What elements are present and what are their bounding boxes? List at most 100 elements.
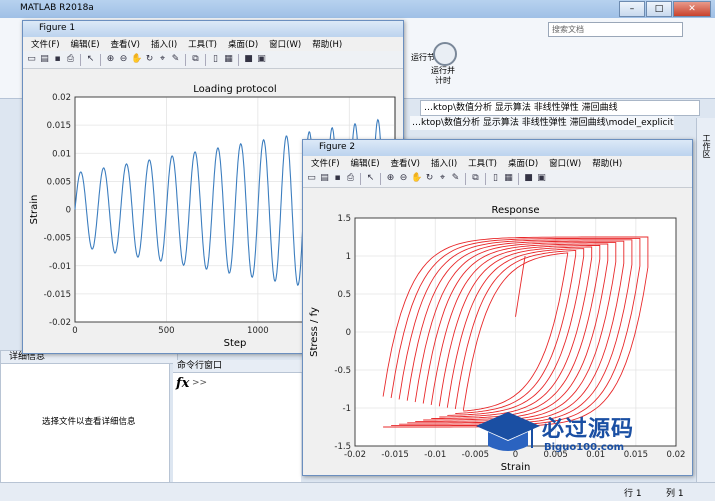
y-tick-label: -1.5 (334, 442, 351, 452)
status-row: 行 1 (624, 489, 642, 499)
stopwatch-icon[interactable] (433, 42, 457, 66)
pan-icon[interactable]: ✋ (131, 54, 142, 65)
workspace-label: 工作区 (702, 134, 711, 158)
command-prompt: >> (192, 378, 208, 388)
watermark: 必过源码 Biguo100.com (472, 408, 633, 461)
maximize-button[interactable]: □ (646, 1, 672, 17)
data-cursor-icon[interactable]: ⌖ (437, 173, 448, 184)
link-icon[interactable]: ⧉ (190, 54, 201, 65)
y-tick-label: -0.5 (334, 366, 351, 376)
colorbar-icon[interactable]: ▯ (210, 54, 221, 65)
menu-edit[interactable]: 编辑(E) (351, 157, 380, 169)
menu-help[interactable]: 帮助(H) (312, 38, 342, 50)
pointer-icon[interactable]: ↖ (365, 173, 376, 184)
menu-window[interactable]: 窗口(W) (549, 157, 581, 169)
menu-edit[interactable]: 编辑(E) (71, 38, 100, 50)
print-icon[interactable]: ⎙ (345, 173, 356, 184)
menu-file[interactable]: 文件(F) (311, 157, 340, 169)
y-tick-label: 0 (66, 206, 71, 216)
figure2-title: Figure 2 (319, 142, 356, 152)
x-tick-label: 1000 (247, 326, 269, 336)
rotate-icon[interactable]: ↻ (424, 173, 435, 184)
window-controls: – □ ✕ (619, 1, 711, 17)
x-tick-label: -0.015 (381, 450, 408, 460)
open-icon[interactable]: ▤ (39, 54, 50, 65)
y-tick-label: -0.005 (44, 234, 71, 244)
y-tick-label: -0.01 (49, 262, 71, 272)
run-and-time-label[interactable]: 运行并计时 (430, 66, 456, 86)
rotate-icon[interactable]: ↻ (144, 54, 155, 65)
zoom-out-icon[interactable]: ⊖ (118, 54, 129, 65)
x-tick-label: 0 (72, 326, 77, 336)
y-tick-label: -0.02 (49, 318, 71, 328)
menu-view[interactable]: 查看(V) (111, 38, 140, 50)
y-tick-label: 0.5 (337, 290, 351, 300)
menu-tools[interactable]: 工具(T) (468, 157, 497, 169)
y-tick-label: 0.02 (52, 93, 71, 103)
new-figure-icon[interactable]: ▭ (26, 54, 37, 65)
menu-insert[interactable]: 插入(I) (431, 157, 457, 169)
zoom-in-icon[interactable]: ⊕ (105, 54, 116, 65)
hide-tools-icon[interactable]: ■ (243, 54, 254, 65)
figure1-toolbar: ▭ ▤ ▪ ⎙ ↖ ⊕ ⊖ ✋ ↻ ⌖ ✎ ⧉ ▯ ▦ ■ ▣ (23, 51, 403, 69)
x-tick-label: 500 (158, 326, 174, 336)
figure2-toolbar: ▭ ▤ ▪ ⎙ ↖ ⊕ ⊖ ✋ ↻ ⌖ ✎ ⧉ ▯ ▦ ■ ▣ (303, 170, 692, 188)
hide-tools-icon[interactable]: ■ (523, 173, 534, 184)
brush-icon[interactable]: ✎ (450, 173, 461, 184)
zoom-in-icon[interactable]: ⊕ (385, 173, 396, 184)
minimize-button[interactable]: – (619, 1, 645, 17)
legend-icon[interactable]: ▦ (223, 54, 234, 65)
chart-title: Loading protocol (193, 84, 276, 95)
pointer-icon[interactable]: ↖ (85, 54, 96, 65)
brush-icon[interactable]: ✎ (170, 54, 181, 65)
fx-icon[interactable]: fx (176, 376, 189, 391)
x-axis-label: Step (224, 338, 247, 349)
save-icon[interactable]: ▪ (52, 54, 63, 65)
matlab-titlebar: MATLAB R2018a – □ ✕ (0, 0, 715, 18)
menu-help[interactable]: 帮助(H) (592, 157, 622, 169)
menu-desktop[interactable]: 桌面(D) (228, 38, 258, 50)
print-icon[interactable]: ⎙ (65, 54, 76, 65)
x-tick-label: 0.015 (624, 450, 648, 460)
legend-icon[interactable]: ▦ (503, 173, 514, 184)
save-icon[interactable]: ▪ (332, 173, 343, 184)
pan-icon[interactable]: ✋ (411, 173, 422, 184)
menu-tools[interactable]: 工具(T) (188, 38, 217, 50)
data-cursor-icon[interactable]: ⌖ (157, 54, 168, 65)
open-icon[interactable]: ▤ (319, 173, 330, 184)
command-window[interactable] (173, 373, 301, 482)
menu-view[interactable]: 查看(V) (391, 157, 420, 169)
workspace-tab[interactable]: 工作区 (696, 118, 715, 482)
address-bar[interactable]: …ktop\数值分析 显示算法 非线性弹性 滞回曲线 (420, 100, 700, 116)
close-button[interactable]: ✕ (673, 1, 711, 17)
y-axis-label: Stress / fy (309, 307, 320, 357)
x-tick-label: 0.02 (667, 450, 686, 460)
command-window-header: 命令行窗口 (173, 360, 305, 373)
menu-desktop[interactable]: 桌面(D) (508, 157, 538, 169)
status-bar: 行 1 列 1 (0, 482, 715, 501)
menu-file[interactable]: 文件(F) (31, 38, 60, 50)
menu-insert[interactable]: 插入(I) (151, 38, 177, 50)
chart-title: Response (491, 205, 539, 216)
menu-window[interactable]: 窗口(W) (269, 38, 301, 50)
figure1-titlebar[interactable]: Figure 1 (23, 21, 403, 37)
y-tick-label: 0.005 (47, 177, 71, 187)
search-input[interactable]: 搜索文档 (548, 22, 683, 37)
y-tick-label: 0 (346, 328, 351, 338)
link-icon[interactable]: ⧉ (470, 173, 481, 184)
run-section-label[interactable]: 运行节 (411, 52, 435, 63)
watermark-text: 必过源码 (542, 417, 635, 442)
colorbar-icon[interactable]: ▯ (490, 173, 501, 184)
y-axis-label: Strain (29, 195, 40, 225)
show-tools-icon[interactable]: ▣ (536, 173, 547, 184)
app-title: MATLAB R2018a (20, 3, 94, 13)
y-tick-label: 1 (346, 252, 351, 262)
figure2-menubar: 文件(F) 编辑(E) 查看(V) 插入(I) 工具(T) 桌面(D) 窗口(W… (303, 156, 692, 170)
y-tick-label: 1.5 (337, 214, 351, 224)
show-tools-icon[interactable]: ▣ (256, 54, 267, 65)
editor-file-path: …ktop\数值分析 显示算法 非线性弹性 滞回曲线\model_explici… (410, 116, 674, 130)
figure2-titlebar[interactable]: Figure 2 (303, 140, 692, 156)
y-tick-label: 0.01 (52, 149, 71, 159)
new-figure-icon[interactable]: ▭ (306, 173, 317, 184)
zoom-out-icon[interactable]: ⊖ (398, 173, 409, 184)
